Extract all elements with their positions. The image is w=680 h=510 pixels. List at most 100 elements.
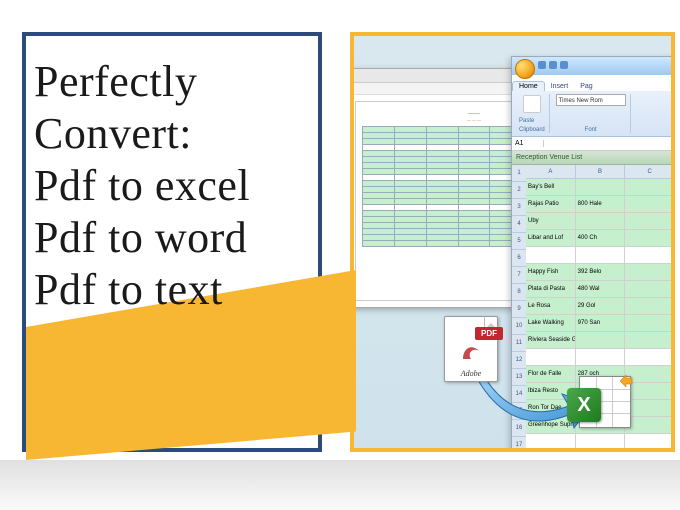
- cell[interactable]: [625, 179, 675, 195]
- column-header: B: [576, 165, 626, 179]
- cell[interactable]: [625, 332, 675, 348]
- paste-label: Paste: [519, 118, 545, 124]
- cell[interactable]: Happy Fish: [526, 264, 576, 280]
- promo-canvas: Perfectly Convert: Pdf to excel Pdf to w…: [0, 0, 680, 510]
- cell[interactable]: Lake Walking: [526, 315, 576, 331]
- headline-line-2: Convert:: [34, 108, 250, 160]
- tab-insert[interactable]: Insert: [545, 82, 575, 91]
- headline-line-1: Perfectly: [34, 56, 250, 108]
- paste-icon[interactable]: [523, 95, 541, 113]
- table-row[interactable]: [526, 434, 675, 451]
- cell[interactable]: Libar and Lof: [526, 230, 576, 246]
- headline-line-5: Pdf to text: [34, 264, 250, 316]
- ribbon-tabs: Home Insert Pag: [512, 77, 675, 91]
- table-row[interactable]: Rajas Patio800 Hale: [526, 196, 675, 213]
- cell[interactable]: [526, 349, 576, 365]
- cell[interactable]: Riviera Seaside Garden Grill: [526, 332, 576, 348]
- tab-home[interactable]: Home: [512, 81, 545, 91]
- cell[interactable]: 400 Ch: [576, 230, 626, 246]
- column-header: C: [625, 165, 675, 179]
- adobe-brand-label: Adobe: [445, 369, 497, 378]
- cell[interactable]: [576, 434, 626, 450]
- excel-x-letter: X: [577, 394, 590, 417]
- office-orb-icon[interactable]: [515, 59, 535, 79]
- cell[interactable]: [526, 434, 576, 450]
- row-header: 3: [512, 199, 526, 216]
- cell[interactable]: [625, 196, 675, 212]
- cell[interactable]: [576, 349, 626, 365]
- name-box[interactable]: A1: [512, 140, 544, 147]
- table-row[interactable]: Plata di Pasta480 Wal: [526, 281, 675, 298]
- ribbon-group-clipboard: Paste Clipboard: [515, 94, 550, 133]
- row-header: 7: [512, 267, 526, 284]
- cell[interactable]: [576, 213, 626, 229]
- bottom-shadow-strip: [0, 460, 680, 510]
- table-row[interactable]: Riviera Seaside Garden Grill: [526, 332, 675, 349]
- cell[interactable]: Smell Pieces: [526, 451, 576, 452]
- row-header: 6: [512, 250, 526, 267]
- quick-access-toolbar[interactable]: [538, 61, 568, 69]
- cell[interactable]: 480 Wal: [576, 281, 626, 297]
- ribbon-group-font: Times New Rom Font: [552, 94, 631, 133]
- headline-text: Perfectly Convert: Pdf to excel Pdf to w…: [34, 56, 250, 316]
- cell[interactable]: [576, 451, 626, 452]
- row-header: 2: [512, 182, 526, 199]
- column-headers: ABC: [526, 165, 675, 179]
- table-row[interactable]: [526, 247, 675, 264]
- table-row[interactable]: Happy Fish392 Belo: [526, 264, 675, 281]
- table-row[interactable]: Smell Pieces: [526, 451, 675, 452]
- ribbon-body: Paste Clipboard Times New Rom Font: [512, 91, 675, 137]
- tab-pagelayout[interactable]: Pag: [574, 82, 598, 91]
- cell[interactable]: [625, 213, 675, 229]
- table-row[interactable]: [526, 349, 675, 366]
- headline-line-4: Pdf to word: [34, 212, 250, 264]
- cell[interactable]: 392 Belo: [576, 264, 626, 280]
- table-row[interactable]: Uby: [526, 213, 675, 230]
- xls-corner-arrow-icon: [618, 373, 634, 389]
- cell[interactable]: [625, 247, 675, 263]
- row-header: 9: [512, 301, 526, 318]
- cell[interactable]: Bay's Bell: [526, 179, 576, 195]
- excel-file-icon: X: [579, 376, 643, 436]
- cell[interactable]: 29 Gol: [576, 298, 626, 314]
- table-row[interactable]: Le Rosa29 Gol: [526, 298, 675, 315]
- table-row[interactable]: Lake Walking970 San: [526, 315, 675, 332]
- cell[interactable]: [576, 179, 626, 195]
- cell[interactable]: Uby: [526, 213, 576, 229]
- cell[interactable]: [526, 247, 576, 263]
- table-row[interactable]: Bay's Bell: [526, 179, 675, 196]
- cell[interactable]: [576, 247, 626, 263]
- clipboard-group-label: Clipboard: [519, 127, 545, 133]
- cell[interactable]: [576, 332, 626, 348]
- cell[interactable]: [625, 451, 675, 452]
- cell[interactable]: Le Rosa: [526, 298, 576, 314]
- adobe-swirl-icon: [459, 339, 483, 363]
- cell[interactable]: [625, 349, 675, 365]
- cell[interactable]: [625, 281, 675, 297]
- formula-bar: A1: [512, 137, 675, 151]
- right-preview-panel: ——— — — —: [350, 32, 675, 452]
- cell[interactable]: Plata di Pasta: [526, 281, 576, 297]
- cell[interactable]: [625, 230, 675, 246]
- font-name-selector[interactable]: Times New Rom: [556, 94, 626, 106]
- cell[interactable]: Rajas Patio: [526, 196, 576, 212]
- column-header: A: [526, 165, 576, 179]
- worksheet-tab[interactable]: Reception Venue List: [512, 151, 675, 165]
- row-header: 1: [512, 165, 526, 182]
- cell[interactable]: [625, 298, 675, 314]
- row-header: 4: [512, 216, 526, 233]
- table-row[interactable]: Libar and Lof400 Ch: [526, 230, 675, 247]
- cell[interactable]: [625, 264, 675, 280]
- cell[interactable]: 970 San: [576, 315, 626, 331]
- cell[interactable]: [625, 315, 675, 331]
- excel-x-badge-icon: X: [567, 388, 601, 422]
- cell[interactable]: 800 Hale: [576, 196, 626, 212]
- row-header: 8: [512, 284, 526, 301]
- cell[interactable]: [625, 434, 675, 450]
- worksheet-tab-label: Reception Venue List: [516, 154, 582, 161]
- pdf-file-icon: PDF Adobe: [444, 316, 508, 388]
- row-header: 11: [512, 335, 526, 352]
- font-group-label: Font: [556, 127, 626, 133]
- excel-titlebar: [512, 57, 675, 75]
- headline-line-3: Pdf to excel: [34, 160, 250, 212]
